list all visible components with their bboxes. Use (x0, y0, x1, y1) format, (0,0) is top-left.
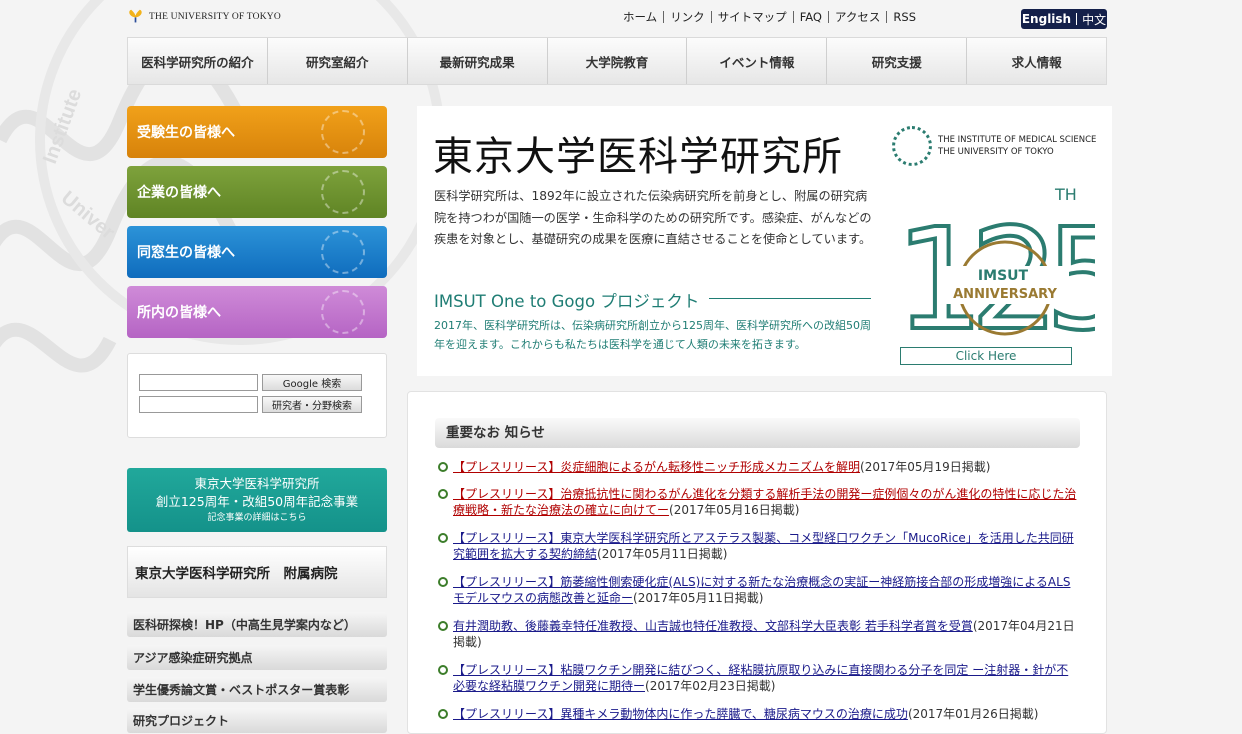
top-links: ホーム リンク サイトマップ FAQ アクセス RSS (617, 11, 922, 23)
ginkgo-logo-icon (129, 9, 142, 23)
seal-watermark-icon (321, 170, 365, 214)
project-description: 2017年、医科学研究所は、伝染病研究所創立から125周年、医科学研究所への改組… (434, 319, 871, 351)
search-panel: Google 検索 研究者・分野検索 (127, 353, 387, 438)
news-item: 有井潤助教、後藤義幸特任准教授、山吉誠也特任准教授、文部科学大臣表彰 若手科学者… (438, 618, 1078, 650)
anniversary-banner-line2: 創立125周年・改組50周年記念事業 (155, 494, 359, 509)
bullet-circle-icon (438, 709, 448, 719)
bullet-circle-icon (438, 665, 448, 675)
news-item: 【プレスリリース】粘膜ワクチン開発に結びつく、経粘膜抗原取り込みに直接関わる分子… (438, 662, 1078, 694)
news-link[interactable]: 【プレスリリース】異種キメラ動物体内に作った膵臓で、糖尿病マウスの治療に成功 (453, 707, 908, 721)
news-item: 【プレスリリース】炎症細胞によるがん転移性ニッチ形成メカニズムを解明(2017年… (438, 459, 1078, 475)
seal-watermark-icon (321, 110, 365, 154)
seal-watermark-icon (321, 230, 365, 274)
project-title-rule (709, 298, 871, 299)
news-heading: 重要なお 知らせ (435, 418, 1080, 448)
imsut-seal-icon (892, 126, 932, 166)
bullet-circle-icon (438, 489, 448, 499)
news-date: (2017年05月19日掲載) (860, 460, 991, 474)
news-link[interactable]: 有井潤助教、後藤義幸特任准教授、山吉誠也特任准教授、文部科学大臣表彰 若手科学者… (453, 619, 973, 633)
anniversary-banner-line1: 東京大学医科学研究所 (194, 476, 320, 491)
anniversary-banner[interactable]: 東京大学医科学研究所 創立125周年・改組50周年記念事業 記念事業の詳細はこち… (127, 468, 387, 532)
news-date: (2017年05月16日掲載) (669, 503, 800, 517)
bullet-circle-icon (438, 462, 448, 472)
google-search-input[interactable] (139, 374, 258, 391)
university-logo[interactable]: THE UNIVERSITY OF TOKYO (127, 8, 281, 25)
news-date: (2017年05月11日掲載) (597, 547, 728, 561)
news-date: (2017年05月11日掲載) (633, 591, 764, 605)
nav-jobs[interactable]: 求人情報 (967, 38, 1106, 84)
sidebar-button-alumni[interactable]: 同窓生の皆様へ (127, 226, 387, 278)
top-link-access[interactable]: アクセス (829, 11, 888, 23)
imsut-logo-text: THE INSTITUTE OF MEDICAL SCIENCE THE UNI… (938, 134, 1096, 158)
anniversary-word: ANNIVERSARY (953, 287, 1057, 302)
hospital-banner[interactable]: 東京大学医科学研究所 附属病院 (127, 546, 387, 598)
seal-watermark-icon (321, 290, 365, 334)
bullet-circle-icon (438, 577, 448, 587)
google-search-row: Google 検索 (139, 374, 362, 391)
page: THE UNIVERSITY OF TOKYO ホーム リンク サイトマップ F… (127, 0, 1112, 734)
nav-research-results[interactable]: 最新研究成果 (408, 38, 548, 84)
sidebar-link-research-projects[interactable]: 研究プロジェクト (127, 708, 387, 733)
sidebar-link-student-awards[interactable]: 学生優秀論文賞・ベストポスター賞表彰 (127, 677, 387, 702)
top-link-home[interactable]: ホーム (617, 11, 665, 23)
sidebar-button-label: 受験生の皆様へ (137, 125, 235, 141)
bullet-circle-icon (438, 621, 448, 631)
sidebar-link-asia-infection[interactable]: アジア感染症研究拠点 (127, 645, 387, 670)
imsut-logo-line2: THE UNIVERSITY OF TOKYO (938, 147, 1054, 157)
nav-labs[interactable]: 研究室紹介 (268, 38, 408, 84)
top-link-sitemap[interactable]: サイトマップ (712, 11, 794, 23)
anniversary-th: TH (1054, 185, 1077, 204)
anniversary-125-graphic[interactable]: 125 TH IMSUT ANNIVERSARY (895, 178, 1095, 368)
bullet-circle-icon (438, 533, 448, 543)
top-link-links[interactable]: リンク (664, 11, 712, 23)
logo-text: THE UNIVERSITY OF TOKYO (149, 11, 281, 22)
google-search-button[interactable]: Google 検索 (262, 374, 362, 391)
sidebar-button-examinees[interactable]: 受験生の皆様へ (127, 106, 387, 158)
sidebar-button-label: 所内の皆様へ (137, 305, 221, 321)
news-link[interactable]: 【プレスリリース】炎症細胞によるがん転移性ニッチ形成メカニズムを解明 (453, 460, 860, 474)
main-nav: 医科学研究所の紹介 研究室紹介 最新研究成果 大学院教育 イベント情報 研究支援… (127, 37, 1107, 85)
sidebar-button-label: 同窓生の皆様へ (137, 245, 235, 261)
hero-panel: 東京大学医科学研究所 医科学研究所は、1892年に設立された伝染病研究所を前身と… (417, 106, 1112, 376)
page-title: 東京大学医科学研究所 (433, 134, 843, 180)
imsut-logo: THE INSTITUTE OF MEDICAL SCIENCE THE UNI… (892, 126, 1096, 166)
svg-text:Institute: Institute (39, 86, 86, 167)
news-link[interactable]: 【プレスリリース】東京大学医科学研究所とアステラス製薬、コメ型経口ワクチン「Mu… (453, 531, 1074, 561)
svg-text:Univer: Univer (57, 187, 119, 244)
project-title[interactable]: IMSUT One to Gogo プロジェクト (434, 288, 699, 312)
researcher-search-input[interactable] (139, 396, 258, 413)
top-link-rss[interactable]: RSS (887, 11, 922, 23)
click-here-button[interactable]: Click Here (900, 347, 1072, 365)
nav-about[interactable]: 医科学研究所の紹介 (128, 38, 268, 84)
imsut-logo-line1: THE INSTITUTE OF MEDICAL SCIENCE (938, 135, 1097, 145)
hero-description: 医科学研究所は、1892年に設立された伝染病研究所を前身とし、附属の研究病院を持… (434, 189, 872, 246)
news-item: 【プレスリリース】異種キメラ動物体内に作った膵臓で、糖尿病マウスの治療に成功(2… (438, 706, 1078, 722)
news-item: 【プレスリリース】治療抵抗性に関わるがん進化を分類する解析手法の開発ー症例個々の… (438, 486, 1078, 518)
anniversary-banner-line3: 記念事業の詳細はこちら (207, 513, 307, 523)
news-date: (2017年01月26日掲載) (907, 707, 1039, 721)
language-switcher: English 中文 (1021, 9, 1107, 29)
news-item: 【プレスリリース】筋萎縮性側索硬化症(ALS)に対する新たな治療概念の実証ー神経… (438, 574, 1078, 606)
news-item: 【プレスリリース】東京大学医科学研究所とアステラス製薬、コメ型経口ワクチン「Mu… (438, 530, 1078, 562)
sidebar-button-label: 企業の皆様へ (137, 185, 221, 201)
news-date: (2017年02月23日掲載) (645, 679, 776, 693)
lang-english-link[interactable]: English (1022, 12, 1071, 26)
nav-graduate-education[interactable]: 大学院教育 (548, 38, 688, 84)
lang-chinese-link[interactable]: 中文 (1082, 11, 1106, 28)
lang-separator (1076, 13, 1078, 25)
sidebar-button-internal[interactable]: 所内の皆様へ (127, 286, 387, 338)
researcher-search-row: 研究者・分野検索 (139, 396, 362, 413)
researcher-search-button[interactable]: 研究者・分野検索 (262, 396, 362, 413)
nav-events[interactable]: イベント情報 (687, 38, 828, 84)
sidebar-button-companies[interactable]: 企業の皆様へ (127, 166, 387, 218)
anniversary-imsut: IMSUT (978, 268, 1029, 284)
news-panel: 重要なお 知らせ 【プレスリリース】炎症細胞によるがん転移性ニッチ形成メカニズム… (407, 391, 1107, 734)
nav-research-support[interactable]: 研究支援 (827, 38, 968, 84)
sidebar-link-explore[interactable]: 医科研探検！HP（中高生見学案内など） (127, 612, 387, 637)
top-link-faq[interactable]: FAQ (794, 11, 829, 23)
